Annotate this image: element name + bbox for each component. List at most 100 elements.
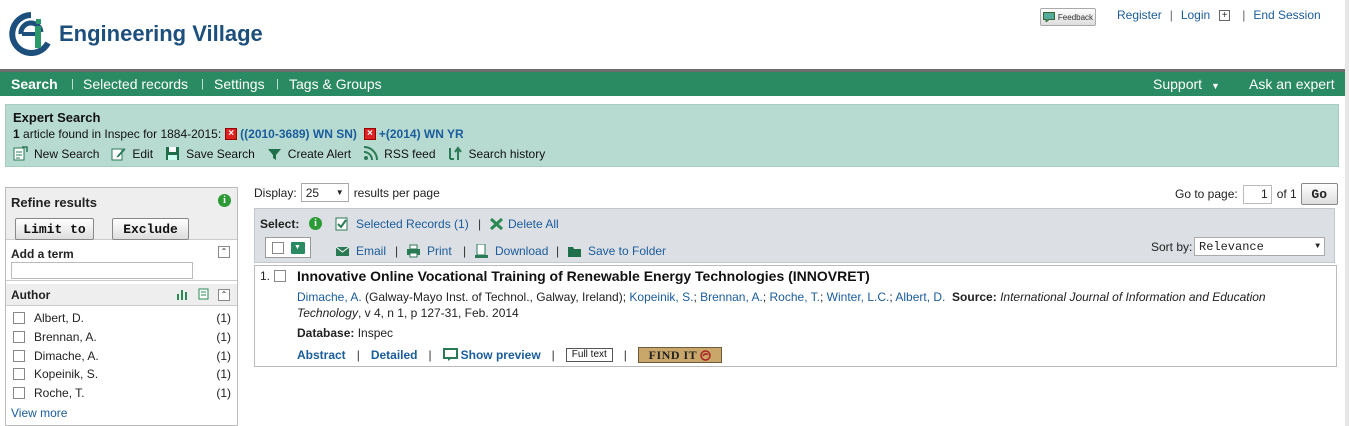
header: Engineering Village Feedback Register | … xyxy=(0,0,1349,70)
save-folder-link[interactable]: Save to Folder xyxy=(588,244,666,258)
result-title[interactable]: Innovative Online Vocational Training of… xyxy=(297,268,870,284)
email-action[interactable]: Email xyxy=(335,244,386,258)
selected-records-link[interactable]: Selected Records (1) xyxy=(356,217,469,231)
exclude-button[interactable]: Exclude xyxy=(112,218,189,240)
remove-term-icon[interactable]: × xyxy=(225,128,238,140)
limit-to-button[interactable]: Limit to xyxy=(15,218,94,240)
author-facet-item[interactable]: Roche, T. (1) xyxy=(13,384,231,402)
author-facet-item[interactable]: Dimache, A. (1) xyxy=(13,347,231,365)
author-checkbox[interactable] xyxy=(13,350,25,362)
export-icon[interactable] xyxy=(198,288,211,300)
add-term-input[interactable] xyxy=(11,262,193,279)
page-number-input[interactable]: 1 xyxy=(1242,184,1272,204)
nav-support[interactable]: Support ▼ xyxy=(1153,76,1220,92)
save-folder-action[interactable]: Save to Folder xyxy=(567,244,666,258)
email-icon xyxy=(335,246,350,256)
create-alert-action[interactable]: Create Alert xyxy=(267,146,351,161)
alert-icon xyxy=(267,149,281,160)
author-facet-item[interactable]: Albert, D. (1) xyxy=(13,309,231,327)
print-link[interactable]: Print xyxy=(427,244,452,258)
new-search-label: New Search xyxy=(34,146,100,161)
nav-selected-records[interactable]: Selected records xyxy=(83,76,188,92)
print-icon xyxy=(407,244,420,258)
login-link[interactable]: Login xyxy=(1181,8,1210,22)
logo[interactable]: Engineering Village xyxy=(9,12,263,56)
show-preview-action[interactable]: Show preview xyxy=(442,348,541,362)
add-term-section: Add a term ⌃ xyxy=(6,241,237,281)
full-text-button[interactable]: Full text xyxy=(565,348,613,362)
info-icon[interactable]: i xyxy=(218,194,231,207)
download-icon xyxy=(475,244,488,258)
search-history-action[interactable]: Search history xyxy=(448,146,545,161)
nav-search[interactable]: Search xyxy=(11,76,58,92)
collapse-icon[interactable]: ⌃ xyxy=(218,289,230,301)
author-link[interactable]: Winter, L.C. xyxy=(827,290,890,304)
show-preview-link[interactable]: Show preview xyxy=(461,348,541,362)
search-term-link[interactable]: +(2014) WN YR xyxy=(379,127,464,141)
author-facet-item[interactable]: Kopeinik, S. (1) xyxy=(13,365,231,383)
find-it-button[interactable]: FIND IT xyxy=(637,347,722,363)
author-count: (1) xyxy=(216,349,231,363)
chevron-down-icon[interactable]: ▼ xyxy=(290,241,305,254)
chart-icon[interactable] xyxy=(176,288,189,300)
sort-select[interactable]: Relevance ▼ xyxy=(1194,237,1325,256)
author-checkbox[interactable] xyxy=(13,387,25,399)
collapse-icon[interactable]: ⌃ xyxy=(218,246,230,258)
view-more-link[interactable]: View more xyxy=(11,406,67,420)
author-checkbox[interactable] xyxy=(13,312,25,324)
results-toolbar: Select: i ▼ Selected Records (1) | Delet… xyxy=(254,208,1335,263)
print-action[interactable]: Print xyxy=(406,244,452,258)
author-link[interactable]: Roche, T. xyxy=(770,290,820,304)
delete-all-link[interactable]: Delete All xyxy=(508,217,559,231)
author-link[interactable]: Kopeinik, S. xyxy=(629,290,693,304)
end-session-link[interactable]: End Session xyxy=(1253,8,1320,22)
author-link[interactable]: Dimache, A. xyxy=(297,290,362,304)
abstract-link[interactable]: Abstract xyxy=(297,348,346,362)
download-link[interactable]: Download xyxy=(495,244,548,258)
save-search-label: Save Search xyxy=(186,146,255,161)
author-link[interactable]: Albert, D. xyxy=(895,290,945,304)
selected-records-action[interactable]: Selected Records (1) xyxy=(335,217,469,231)
remove-term-icon[interactable]: × xyxy=(363,128,376,140)
save-search-action[interactable]: Save Search xyxy=(165,146,255,161)
result-citation: Dimache, A. (Galway-Mayo Inst. of Techno… xyxy=(297,290,1266,320)
author-name: Brennan, A. xyxy=(34,330,97,344)
email-link[interactable]: Email xyxy=(356,244,386,258)
preview-icon xyxy=(442,348,458,361)
display-suffix: results per page xyxy=(353,185,440,200)
delete-all-action[interactable]: Delete All xyxy=(489,217,559,231)
results-per-page-select[interactable]: 25 ▼ xyxy=(300,183,349,202)
result-checkbox[interactable] xyxy=(274,270,286,282)
goto-label: Go to page: xyxy=(1175,187,1238,201)
result-number: 1. xyxy=(260,269,271,283)
page-total: of 1 xyxy=(1276,187,1297,201)
source-detail: , v 4, n 1, p 127-31, Feb. 2014 xyxy=(357,306,519,320)
author-count: (1) xyxy=(216,386,231,400)
nav-ask-expert[interactable]: Ask an expert xyxy=(1249,76,1335,92)
author-name: Albert, D. xyxy=(34,311,85,325)
download-action[interactable]: Download xyxy=(474,244,548,258)
feedback-button[interactable]: Feedback xyxy=(1040,8,1096,26)
select-all-checkbox[interactable] xyxy=(271,241,284,254)
rss-feed-action[interactable]: RSS feed xyxy=(363,146,436,161)
expand-login-icon[interactable]: + xyxy=(1219,9,1231,21)
nav-settings[interactable]: Settings xyxy=(214,76,265,92)
select-dropdown[interactable]: ▼ xyxy=(265,237,311,258)
author-checkbox[interactable] xyxy=(13,331,25,343)
affiliation: (Galway-Mayo Inst. of Technol., Galway, … xyxy=(365,290,627,304)
register-link[interactable]: Register xyxy=(1117,8,1162,22)
author-facet-item[interactable]: Brennan, A. (1) xyxy=(13,328,231,346)
create-alert-label: Create Alert xyxy=(287,146,352,161)
main-nav: Search | Selected records | Settings | T… xyxy=(0,69,1349,96)
search-term-link[interactable]: ((2010-3689) WN SN) xyxy=(240,127,357,141)
author-link[interactable]: Brennan, A. xyxy=(700,290,763,304)
detailed-link[interactable]: Detailed xyxy=(371,348,418,362)
go-button[interactable]: Go xyxy=(1300,183,1338,205)
author-checkbox[interactable] xyxy=(13,368,25,380)
new-search-action[interactable]: New Search xyxy=(13,146,99,161)
nav-tags-groups[interactable]: Tags & Groups xyxy=(289,76,382,92)
edit-action[interactable]: Edit xyxy=(111,146,153,161)
window-edge xyxy=(1345,0,1349,426)
info-icon[interactable]: i xyxy=(309,217,322,230)
results-per-page-value: 25 xyxy=(305,185,320,200)
